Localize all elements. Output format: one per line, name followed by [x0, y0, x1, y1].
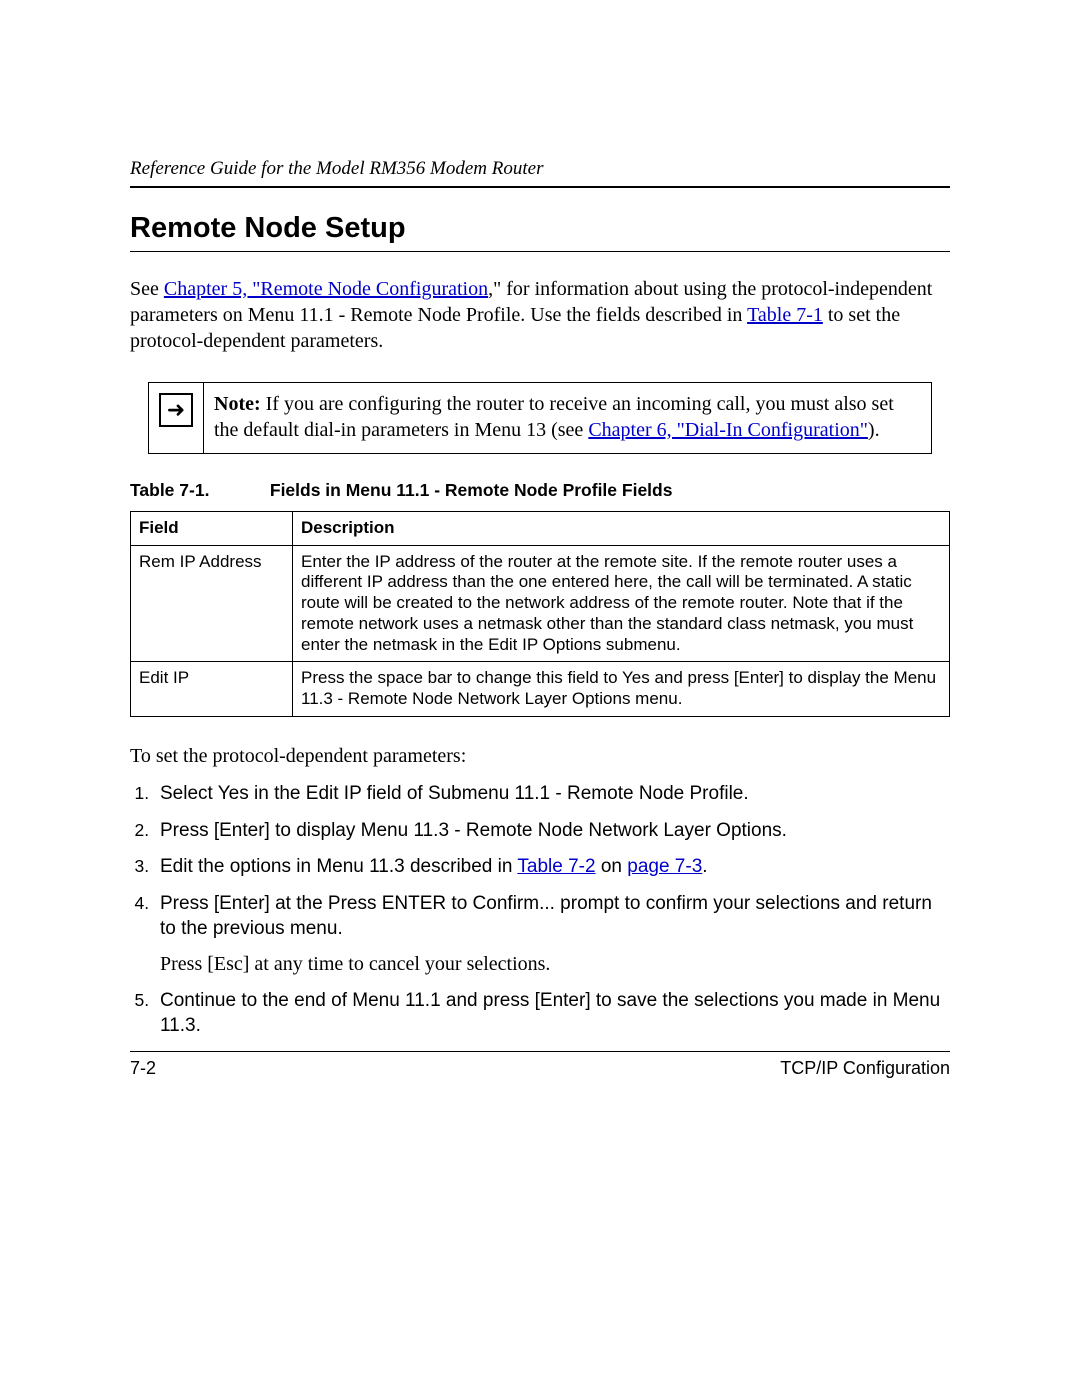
steps-list: Select Yes in the Edit IP field of Subme… — [130, 782, 950, 1039]
link-page-7-3[interactable]: page 7-3 — [627, 856, 702, 877]
list-item: Press [Enter] at the Press ENTER to Conf… — [154, 892, 950, 977]
cell-field: Edit IP — [131, 662, 293, 716]
link-table-7-2[interactable]: Table 7-2 — [517, 856, 595, 877]
table-caption-label: Table 7-1. — [130, 480, 265, 501]
chapter-name: TCP/IP Configuration — [780, 1058, 950, 1079]
step-text: Select Yes in the Edit IP field of Subme… — [160, 783, 749, 804]
step-text-post: . — [702, 856, 707, 877]
footer-rule — [130, 1051, 950, 1052]
cell-description: Press the space bar to change this field… — [293, 662, 950, 716]
table-row: Edit IP Press the space bar to change th… — [131, 662, 950, 716]
note-label: Note: — [214, 393, 261, 415]
link-table-7-1[interactable]: Table 7-1 — [747, 304, 823, 326]
note-text: Note: If you are configuring the router … — [204, 383, 931, 453]
table-row: Rem IP Address Enter the IP address of t… — [131, 545, 950, 662]
note-box: ➜ Note: If you are configuring the route… — [148, 382, 932, 454]
list-item: Select Yes in the Edit IP field of Subme… — [154, 782, 950, 807]
link-chapter-6[interactable]: Chapter 6, "Dial-In Configuration" — [588, 419, 868, 441]
step-text-mid: on — [596, 856, 628, 877]
col-header-field: Field — [131, 512, 293, 546]
running-header: Reference Guide for the Model RM356 Mode… — [130, 158, 950, 184]
table-caption: Table 7-1. Fields in Menu 11.1 - Remote … — [130, 480, 950, 501]
step-text-pre: Edit the options in Menu 11.3 described … — [160, 856, 517, 877]
page-number: 7-2 — [130, 1058, 156, 1079]
step-text: Press [Enter] to display Menu 11.3 - Rem… — [160, 820, 787, 841]
step-text: Continue to the end of Menu 11.1 and pre… — [160, 990, 940, 1036]
list-item: Continue to the end of Menu 11.1 and pre… — [154, 989, 950, 1038]
list-item: Edit the options in Menu 11.3 described … — [154, 855, 950, 880]
header-rule — [130, 186, 950, 188]
intro-paragraph: See Chapter 5, "Remote Node Configuratio… — [130, 276, 950, 354]
section-rule — [130, 251, 950, 252]
note-icon-cell: ➜ — [149, 383, 204, 453]
table-caption-title: Fields in Menu 11.1 - Remote Node Profil… — [270, 480, 673, 500]
arrow-icon: ➜ — [159, 393, 193, 427]
step-subtext: Press [Esc] at any time to cancel your s… — [160, 951, 950, 977]
link-chapter-5[interactable]: Chapter 5, "Remote Node Configuration — [164, 278, 488, 300]
step-text: Press [Enter] at the Press ENTER to Conf… — [160, 893, 932, 939]
cell-field: Rem IP Address — [131, 545, 293, 662]
intro-text-pre: See — [130, 278, 164, 300]
document-page: Reference Guide for the Model RM356 Mode… — [0, 0, 1080, 1397]
steps-intro: To set the protocol-dependent parameters… — [130, 745, 950, 768]
list-item: Press [Enter] to display Menu 11.3 - Rem… — [154, 819, 950, 844]
cell-description: Enter the IP address of the router at th… — [293, 545, 950, 662]
page-footer: 7-2 TCP/IP Configuration — [130, 1051, 950, 1079]
table-header-row: Field Description — [131, 512, 950, 546]
fields-table: Field Description Rem IP Address Enter t… — [130, 511, 950, 717]
note-post: ). — [868, 419, 880, 441]
col-header-description: Description — [293, 512, 950, 546]
section-title: Remote Node Setup — [130, 212, 950, 245]
